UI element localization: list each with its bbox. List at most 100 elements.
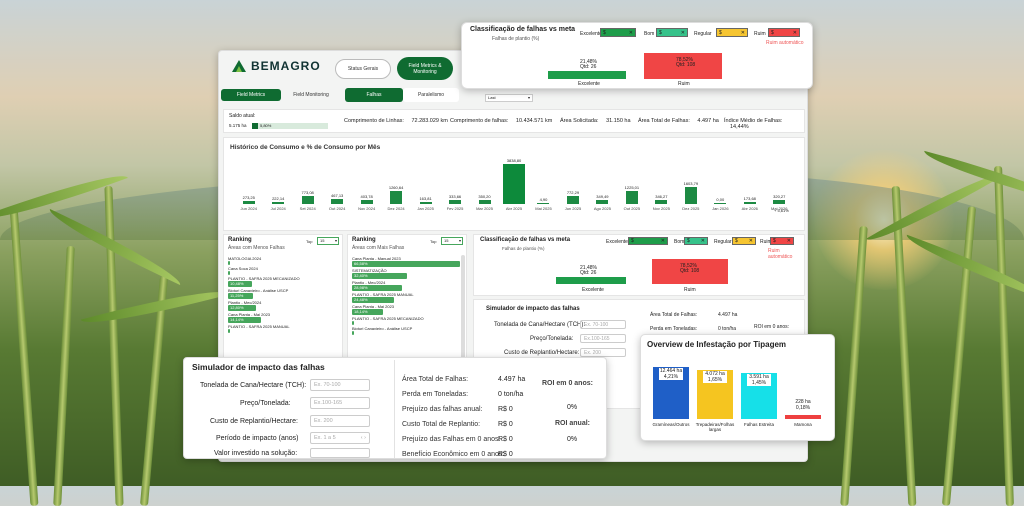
subtab-field-metrics[interactable]: Field Metrics bbox=[221, 89, 281, 101]
kpi-label: Área Total de Falhas: bbox=[638, 118, 690, 124]
price-label: Preço/Tonelada: bbox=[240, 400, 291, 407]
saldo-value: 5.175 ha bbox=[229, 123, 247, 128]
history-bar[interactable] bbox=[537, 203, 550, 204]
replant-cost-input[interactable]: Ex. 200 bbox=[310, 415, 370, 427]
subtab-field-monitoring[interactable]: Field Monitoring bbox=[281, 89, 341, 101]
brand-name: BEMAGRO bbox=[251, 59, 321, 73]
history-bar[interactable] bbox=[331, 198, 344, 204]
ranking-row-bar[interactable] bbox=[352, 331, 354, 335]
result-label: Área Total de Falhas: bbox=[650, 312, 698, 318]
excelente-bar bbox=[556, 277, 626, 284]
history-bar[interactable] bbox=[360, 199, 373, 204]
history-bar[interactable] bbox=[390, 190, 403, 204]
legend-ruim[interactable]: $ ✕ bbox=[768, 28, 800, 37]
history-bar[interactable] bbox=[684, 187, 697, 204]
ranking-row-bar[interactable]: 18,14% bbox=[352, 309, 383, 315]
result-label: Prejuízo das falhas anual: bbox=[402, 406, 483, 413]
legend-ruim[interactable]: $ ✕ bbox=[770, 237, 794, 245]
history-bar[interactable] bbox=[272, 201, 285, 204]
classification-subtitle: Falhas de plantio (%) bbox=[492, 36, 540, 42]
legend-bom[interactable]: $ ✕ bbox=[656, 28, 688, 37]
kpi-total-fault-area: Área Total de Falhas: 4.497 ha bbox=[638, 118, 719, 124]
top-label: Top bbox=[430, 239, 437, 244]
history-bar[interactable] bbox=[773, 200, 786, 204]
result-value: R$ 0 bbox=[498, 421, 513, 428]
tab-falhas[interactable]: Falhas bbox=[345, 88, 403, 102]
tab-status-gerais[interactable]: Status Gerais bbox=[335, 59, 391, 79]
ranking-row-bar[interactable]: 11,25% bbox=[228, 293, 254, 299]
legend-regular[interactable]: $ ✕ bbox=[732, 237, 756, 245]
tch-input[interactable]: Ex. 70-100 bbox=[580, 320, 626, 329]
ranking-row-bar[interactable] bbox=[228, 271, 230, 275]
legend-label: Excelente bbox=[580, 31, 602, 37]
infestation-bar[interactable] bbox=[785, 415, 821, 419]
ranking-row-bar[interactable] bbox=[228, 329, 230, 333]
excelente-bar bbox=[548, 71, 626, 79]
tch-input[interactable]: Ex. 70-100 bbox=[310, 379, 370, 391]
ranking-subtitle: Áreas com Mais Falhas bbox=[352, 245, 405, 251]
ranking-row-label: Bioturi Canavieiro - Análise USCP bbox=[352, 326, 413, 331]
history-bar[interactable] bbox=[449, 200, 462, 204]
top-select[interactable]: 15 ▾ bbox=[317, 237, 339, 245]
excelente-name: Excelente bbox=[578, 81, 600, 87]
legend-label: Regular bbox=[714, 239, 732, 245]
ranking-row-bar[interactable]: 66,58% bbox=[352, 261, 460, 267]
price-input[interactable]: Ex.100-165 bbox=[580, 334, 626, 343]
history-bar-value: 4,90 bbox=[539, 197, 548, 202]
placeholder: Ex. 70-100 bbox=[314, 382, 341, 388]
legend-regular[interactable]: $ ✕ bbox=[716, 28, 748, 37]
ranking-row-bar[interactable]: 32,40% bbox=[352, 273, 407, 279]
infestation-name: Gramíneas/Outros bbox=[652, 422, 690, 427]
ranking-row-label: Cana Planta - Mai 2023 bbox=[352, 304, 395, 309]
history-bar[interactable] bbox=[419, 202, 432, 204]
legend-bom[interactable]: $ ✕ bbox=[684, 237, 708, 245]
roi-label: ROI em 0 anos: bbox=[542, 380, 593, 387]
history-bar[interactable] bbox=[503, 164, 525, 204]
tab-field-metrics[interactable]: Field Metrics & Monitoring bbox=[397, 57, 453, 80]
tab-paralelismo[interactable]: Paralelismo bbox=[403, 88, 459, 102]
ruim-name: Ruim bbox=[678, 81, 690, 87]
subtab-label: Field Metrics bbox=[236, 92, 266, 98]
history-bar[interactable] bbox=[301, 195, 314, 204]
ranking-row-label: PLANTIO - SAFRA 2025 MECANIZADO bbox=[352, 316, 424, 321]
ranking-row-bar[interactable] bbox=[352, 321, 354, 325]
result-label: Área Total de Falhas: bbox=[402, 376, 469, 383]
replant-cost-input[interactable]: Ex. 200 bbox=[580, 348, 626, 357]
top-select[interactable]: 15 ▾ bbox=[441, 237, 463, 245]
price-input[interactable]: Ex.100-165 bbox=[310, 397, 370, 409]
history-bar[interactable] bbox=[566, 195, 579, 204]
history-bar[interactable] bbox=[743, 202, 756, 204]
stepper-arrows-icon: ‹ › bbox=[360, 435, 366, 441]
period-stepper[interactable]: Ex. 1 a 5 ‹ › bbox=[310, 432, 370, 444]
legend-excelente[interactable]: $ ✕ bbox=[628, 237, 668, 245]
history-bar[interactable] bbox=[596, 200, 609, 204]
history-bar[interactable] bbox=[242, 200, 255, 204]
history-x-label: Jul 2024 bbox=[270, 206, 286, 211]
ranking-row-bar[interactable]: 10,48% bbox=[228, 281, 253, 287]
history-bar[interactable] bbox=[655, 200, 668, 204]
legend-excelente[interactable]: $ ✕ bbox=[600, 28, 636, 37]
ranking-row-bar[interactable]: 14,14% bbox=[228, 317, 261, 323]
brand-logo: BEMAGRO bbox=[231, 59, 321, 73]
ranking-row-bar[interactable] bbox=[228, 261, 230, 265]
investment-input[interactable] bbox=[310, 448, 370, 458]
history-chart: Histórico de Consumo e % de Consumo por … bbox=[223, 137, 805, 231]
period-select[interactable]: Last ▾ bbox=[485, 94, 533, 102]
history-bar[interactable] bbox=[714, 203, 727, 204]
history-x-label: Nov 2025 bbox=[652, 206, 670, 211]
history-bar-value: 773,08 bbox=[301, 189, 314, 195]
ranking-row-bar[interactable]: 12,80% bbox=[228, 305, 256, 311]
result-value: R$ 0 bbox=[498, 436, 513, 443]
field-label: Custo de Replantio/Hectare: bbox=[504, 350, 580, 356]
ranking-row-label: SISTEMATIZAÇÃO bbox=[352, 268, 387, 273]
ranking-row-label: MATOLOGIA 2024 bbox=[228, 256, 262, 261]
ranking-list: MATOLOGIA 2024 Cana Soca 2024 PLANTIO - SA… bbox=[228, 255, 338, 333]
history-bar[interactable] bbox=[625, 191, 638, 204]
history-x-label: Fev 2025 bbox=[446, 206, 464, 211]
ranking-row-bar[interactable]: 24,48% bbox=[352, 297, 394, 303]
history-bar[interactable] bbox=[478, 200, 491, 204]
legend-label: Bom bbox=[674, 239, 685, 245]
ranking-row-bar[interactable]: 28,98% bbox=[352, 285, 402, 291]
result-value: R$ 0 bbox=[498, 406, 513, 413]
kpi-value: 10.434.571 km bbox=[515, 118, 553, 124]
